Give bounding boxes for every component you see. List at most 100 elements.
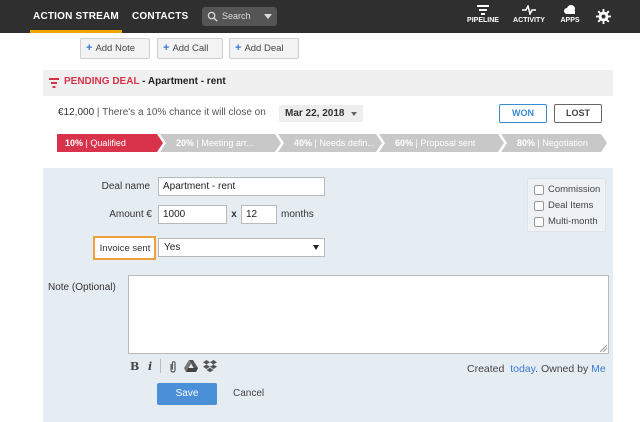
chevron-down-icon (313, 245, 319, 250)
tab-action-stream[interactable]: ACTION STREAM (30, 0, 122, 33)
stage-label: 40% | Needs defin... (294, 134, 375, 152)
stage-percent: 10% (65, 138, 84, 148)
cloud-icon (564, 5, 575, 14)
stage-name: | Qualified (83, 138, 126, 148)
deal-amount: €12,000 (58, 107, 95, 118)
months-input[interactable]: 12 (241, 205, 277, 224)
times-sign: x (231, 209, 237, 220)
filter-icon (49, 78, 59, 88)
stage-percent: 60% (395, 138, 414, 148)
note-textarea[interactable] (128, 275, 609, 354)
nav-activity[interactable]: ACTIVITY (510, 5, 548, 24)
stage-3[interactable]: 40% | Needs defin... (278, 134, 382, 152)
stage-name: | Proposal sent (413, 138, 476, 148)
stage-name: | Needs defin... (312, 138, 375, 148)
pipeline-stages: 10% | Qualified 20% | Meeting arr... 40% |… (57, 134, 607, 152)
filter-icon (477, 5, 489, 15)
deal-status-label: PENDING DEAL (64, 76, 140, 87)
checkbox[interactable] (534, 185, 544, 195)
stage-name: | Negotiation (535, 138, 588, 148)
created-prefix: Created (467, 363, 505, 375)
tab-label: CONTACTS (132, 11, 189, 22)
pulse-icon (522, 5, 536, 15)
nav-pipeline[interactable]: PIPELINE (464, 5, 502, 24)
option-label: Multi-month (548, 216, 598, 227)
close-date: Mar 22, 2018 (285, 108, 345, 119)
add-note-button[interactable]: + Add Note (80, 38, 150, 59)
deal-title: Apartment - rent (147, 76, 226, 87)
stage-name: | Meeting arr... (194, 138, 254, 148)
deal-options: Commission Deal Items Multi-month (527, 178, 606, 232)
dropbox-icon[interactable] (203, 360, 217, 373)
owner-link[interactable]: Me (591, 363, 606, 375)
lost-button[interactable]: LOST (554, 104, 602, 123)
deal-panel-header: PENDING DEAL - Apartment - rent (43, 70, 613, 96)
tab-contacts[interactable]: CONTACTS (132, 0, 188, 33)
stage-4[interactable]: 60% | Proposal sent (379, 134, 504, 152)
option-label: Commission (548, 184, 601, 195)
stage-percent: 20% (176, 138, 195, 148)
search-icon (207, 11, 218, 22)
tab-label: ACTION STREAM (33, 11, 119, 22)
note-label: Note (Optional) (48, 282, 116, 293)
button-label: Add Note (95, 43, 136, 54)
stage-percent: 40% (294, 138, 313, 148)
invoice-sent-label: Invoice sent (99, 243, 151, 254)
close-date-dropdown[interactable]: Mar 22, 2018 (279, 105, 363, 122)
deal-page: ACTION STREAM CONTACTS Search PIPELINE A… (0, 0, 640, 422)
nav-apps[interactable]: APPS (556, 5, 584, 24)
stage-2[interactable]: 20% | Meeting arr... (160, 134, 281, 152)
deal-name-input[interactable]: Apartment - rent (158, 177, 325, 196)
option-label: Deal Items (548, 200, 594, 211)
top-navbar: ACTION STREAM CONTACTS Search PIPELINE A… (0, 0, 640, 33)
stage-label: 80% | Negotiation (517, 134, 588, 152)
plus-icon: + (163, 42, 170, 54)
button-label: Add Call (172, 43, 209, 54)
checkbox[interactable] (534, 217, 544, 227)
invoice-sent-highlight: Invoice sent (93, 236, 156, 260)
checkbox[interactable] (534, 201, 544, 211)
stage-label: 10% | Qualified (65, 134, 126, 152)
stage-label: 20% | Meeting arr... (176, 134, 254, 152)
title-separator: - (139, 76, 148, 87)
chance-text: | There's a 10% chance it will close on (94, 107, 266, 118)
gear-icon[interactable] (596, 9, 611, 24)
created-date-link[interactable]: today (510, 363, 535, 375)
chevron-down-icon (350, 112, 357, 116)
stage-percent: 80% (517, 138, 536, 148)
stage-5[interactable]: 80% | Negotiation (501, 134, 607, 152)
amount-label: Amount € (109, 209, 152, 220)
plus-icon: + (86, 42, 93, 54)
save-button[interactable]: Save (157, 383, 217, 405)
nav-label: ACTIVITY (513, 17, 545, 24)
button-label: Add Deal (244, 43, 284, 54)
chevron-down-icon[interactable] (264, 14, 272, 19)
stage-1[interactable]: 10% | Qualified (57, 134, 163, 152)
created-info: Created today. Owned by Me (467, 363, 606, 375)
nav-label: APPS (560, 17, 580, 24)
add-call-button[interactable]: + Add Call (157, 38, 223, 59)
paperclip-icon[interactable] (168, 360, 178, 374)
italic-icon[interactable]: i (148, 360, 152, 374)
amount-input[interactable]: 1000 (158, 205, 227, 224)
nav-label: PIPELINE (467, 17, 499, 24)
search-placeholder: Search (222, 11, 251, 21)
active-tab-indicator (30, 30, 122, 33)
won-button[interactable]: WON (499, 104, 547, 123)
plus-icon: + (235, 42, 242, 54)
add-deal-button[interactable]: + Add Deal (229, 38, 299, 59)
resize-handle-icon[interactable] (600, 345, 607, 352)
owned-text: . Owned by (535, 363, 589, 375)
stage-label: 60% | Proposal sent (395, 134, 475, 152)
cancel-button[interactable]: Cancel (233, 388, 264, 399)
bold-icon[interactable]: B (130, 360, 139, 374)
invoice-sent-select[interactable]: Yes (158, 238, 325, 257)
deal-summary: €12,000 | There's a 10% chance it will c… (58, 107, 266, 118)
months-label: months (281, 209, 314, 220)
google-drive-icon[interactable] (184, 360, 198, 373)
deal-name-label: Deal name (101, 181, 150, 192)
toolbar-divider (160, 359, 161, 373)
search-box[interactable]: Search (202, 7, 277, 26)
invoice-sent-value: Yes (164, 242, 181, 253)
panel-title: PENDING DEAL - Apartment - rent (64, 76, 226, 87)
